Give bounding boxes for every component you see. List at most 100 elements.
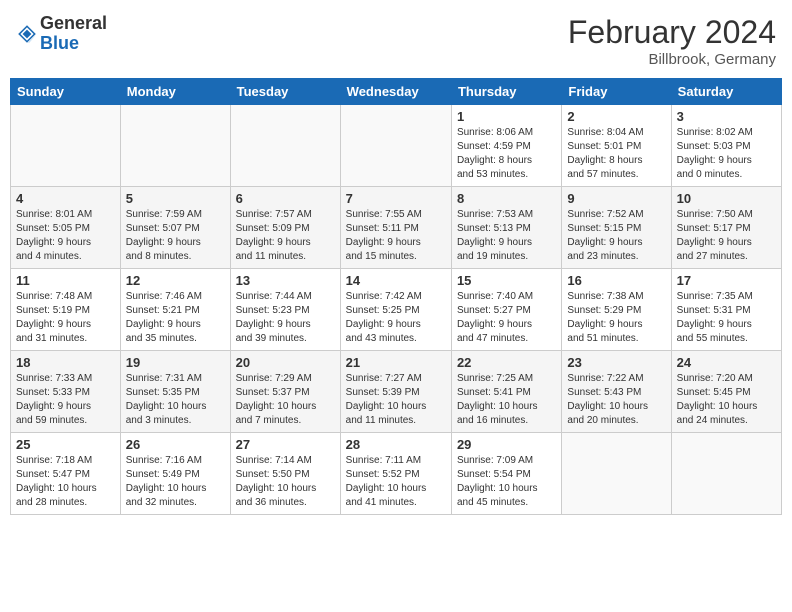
day-info: Sunrise: 7:38 AM Sunset: 5:29 PM Dayligh… xyxy=(567,290,665,346)
day-info: Sunrise: 8:04 AM Sunset: 5:01 PM Dayligh… xyxy=(567,126,665,182)
table-row: 2 Sunrise: 8:04 AM Sunset: 5:01 PM Daylig… xyxy=(562,105,671,187)
table-row: 1Sunrise: 8:06 AM Sunset: 4:59 PM Daylig… xyxy=(451,105,561,187)
day-info: Sunrise: 7:53 AM Sunset: 5:13 PM Dayligh… xyxy=(457,208,556,264)
day-info: Sunrise: 7:11 AM Sunset: 5:52 PM Dayligh… xyxy=(346,454,446,510)
day-info: Sunrise: 7:31 AM Sunset: 5:35 PM Dayligh… xyxy=(126,372,225,428)
table-row: 7Sunrise: 7:55 AM Sunset: 5:11 PM Daylig… xyxy=(340,187,451,269)
day-info: Sunrise: 7:55 AM Sunset: 5:11 PM Dayligh… xyxy=(346,208,446,264)
table-row: 11 Sunrise: 7:48 AM Sunset: 5:19 PM Dayli… xyxy=(11,269,121,351)
table-row: 19 Sunrise: 7:31 AM Sunset: 5:35 PM Dayli… xyxy=(120,351,230,433)
table-row: 15Sunrise: 7:40 AM Sunset: 5:27 PM Dayli… xyxy=(451,269,561,351)
table-row: 27 Sunrise: 7:14 AM Sunset: 5:50 PM Dayli… xyxy=(230,433,340,515)
table-row: 16 Sunrise: 7:38 AM Sunset: 5:29 PM Dayli… xyxy=(562,269,671,351)
table-row: 3 Sunrise: 8:02 AM Sunset: 5:03 PM Daylig… xyxy=(671,105,781,187)
day-info: Sunrise: 7:20 AM Sunset: 5:45 PM Dayligh… xyxy=(677,372,776,428)
day-info: Sunrise: 7:29 AM Sunset: 5:37 PM Dayligh… xyxy=(236,372,335,428)
table-row xyxy=(562,433,671,515)
day-number: 18 xyxy=(16,355,115,370)
title-area: February 2024 Billbrook, Germany xyxy=(568,14,776,68)
table-row: 22 Sunrise: 7:25 AM Sunset: 5:41 PM Dayli… xyxy=(451,351,561,433)
day-number: 5 xyxy=(126,191,225,206)
table-row: 25Sunrise: 7:18 AM Sunset: 5:47 PM Dayli… xyxy=(11,433,121,515)
col-tuesday: Tuesday xyxy=(230,79,340,105)
day-info: Sunrise: 7:16 AM Sunset: 5:49 PM Dayligh… xyxy=(126,454,225,510)
day-info: Sunrise: 7:33 AM Sunset: 5:33 PM Dayligh… xyxy=(16,372,115,428)
calendar-header-row: Sunday Monday Tuesday Wednesday Thursday… xyxy=(11,79,782,105)
location: Billbrook, Germany xyxy=(568,51,776,68)
day-info: Sunrise: 7:09 AM Sunset: 5:54 PM Dayligh… xyxy=(457,454,556,510)
table-row: 9Sunrise: 7:52 AM Sunset: 5:15 PM Daylig… xyxy=(562,187,671,269)
day-number: 15 xyxy=(457,273,556,288)
day-number: 9 xyxy=(567,191,665,206)
table-row: 23Sunrise: 7:22 AM Sunset: 5:43 PM Dayli… xyxy=(562,351,671,433)
table-row: 4 Sunrise: 8:01 AM Sunset: 5:05 PM Daylig… xyxy=(11,187,121,269)
table-row xyxy=(340,105,451,187)
table-row xyxy=(671,433,781,515)
day-number: 21 xyxy=(346,355,446,370)
day-info: Sunrise: 8:02 AM Sunset: 5:03 PM Dayligh… xyxy=(677,126,776,182)
calendar-week-row: 4 Sunrise: 8:01 AM Sunset: 5:05 PM Daylig… xyxy=(11,187,782,269)
calendar: Sunday Monday Tuesday Wednesday Thursday… xyxy=(10,78,782,515)
logo-text: General Blue xyxy=(40,14,107,54)
day-number: 10 xyxy=(677,191,776,206)
table-row: 14 Sunrise: 7:42 AM Sunset: 5:25 PM Dayli… xyxy=(340,269,451,351)
table-row xyxy=(120,105,230,187)
logo: General Blue xyxy=(16,14,107,54)
day-info: Sunrise: 7:14 AM Sunset: 5:50 PM Dayligh… xyxy=(236,454,335,510)
day-number: 2 xyxy=(567,109,665,124)
day-info: Sunrise: 7:27 AM Sunset: 5:39 PM Dayligh… xyxy=(346,372,446,428)
day-number: 26 xyxy=(126,437,225,452)
table-row: 28 Sunrise: 7:11 AM Sunset: 5:52 PM Dayli… xyxy=(340,433,451,515)
logo-general-text: General xyxy=(40,13,107,33)
day-number: 23 xyxy=(567,355,665,370)
calendar-week-row: 11 Sunrise: 7:48 AM Sunset: 5:19 PM Dayli… xyxy=(11,269,782,351)
day-number: 13 xyxy=(236,273,335,288)
logo-icon xyxy=(16,23,38,45)
day-number: 12 xyxy=(126,273,225,288)
day-number: 16 xyxy=(567,273,665,288)
table-row: 21 Sunrise: 7:27 AM Sunset: 5:39 PM Dayli… xyxy=(340,351,451,433)
day-info: Sunrise: 7:44 AM Sunset: 5:23 PM Dayligh… xyxy=(236,290,335,346)
month-title: February 2024 xyxy=(568,14,776,51)
day-number: 22 xyxy=(457,355,556,370)
day-info: Sunrise: 7:59 AM Sunset: 5:07 PM Dayligh… xyxy=(126,208,225,264)
day-number: 3 xyxy=(677,109,776,124)
table-row: 20Sunrise: 7:29 AM Sunset: 5:37 PM Dayli… xyxy=(230,351,340,433)
day-number: 28 xyxy=(346,437,446,452)
day-info: Sunrise: 7:57 AM Sunset: 5:09 PM Dayligh… xyxy=(236,208,335,264)
table-row: 12 Sunrise: 7:46 AM Sunset: 5:21 PM Dayli… xyxy=(120,269,230,351)
table-row xyxy=(230,105,340,187)
day-number: 4 xyxy=(16,191,115,206)
col-monday: Monday xyxy=(120,79,230,105)
table-row: 24 Sunrise: 7:20 AM Sunset: 5:45 PM Dayli… xyxy=(671,351,781,433)
day-info: Sunrise: 7:46 AM Sunset: 5:21 PM Dayligh… xyxy=(126,290,225,346)
day-number: 6 xyxy=(236,191,335,206)
table-row: 26 Sunrise: 7:16 AM Sunset: 5:49 PM Dayli… xyxy=(120,433,230,515)
day-number: 24 xyxy=(677,355,776,370)
day-number: 29 xyxy=(457,437,556,452)
day-number: 11 xyxy=(16,273,115,288)
col-thursday: Thursday xyxy=(451,79,561,105)
col-sunday: Sunday xyxy=(11,79,121,105)
day-info: Sunrise: 7:48 AM Sunset: 5:19 PM Dayligh… xyxy=(16,290,115,346)
day-number: 1 xyxy=(457,109,556,124)
day-number: 17 xyxy=(677,273,776,288)
day-info: Sunrise: 7:35 AM Sunset: 5:31 PM Dayligh… xyxy=(677,290,776,346)
calendar-week-row: 18 Sunrise: 7:33 AM Sunset: 5:33 PM Dayli… xyxy=(11,351,782,433)
table-row: 29 Sunrise: 7:09 AM Sunset: 5:54 PM Dayli… xyxy=(451,433,561,515)
table-row xyxy=(11,105,121,187)
day-number: 14 xyxy=(346,273,446,288)
day-info: Sunrise: 7:18 AM Sunset: 5:47 PM Dayligh… xyxy=(16,454,115,510)
calendar-week-row: 25Sunrise: 7:18 AM Sunset: 5:47 PM Dayli… xyxy=(11,433,782,515)
day-info: Sunrise: 7:42 AM Sunset: 5:25 PM Dayligh… xyxy=(346,290,446,346)
col-wednesday: Wednesday xyxy=(340,79,451,105)
day-number: 19 xyxy=(126,355,225,370)
table-row: 6 Sunrise: 7:57 AM Sunset: 5:09 PM Daylig… xyxy=(230,187,340,269)
table-row: 10 Sunrise: 7:50 AM Sunset: 5:17 PM Dayli… xyxy=(671,187,781,269)
day-info: Sunrise: 7:50 AM Sunset: 5:17 PM Dayligh… xyxy=(677,208,776,264)
table-row: 17 Sunrise: 7:35 AM Sunset: 5:31 PM Dayli… xyxy=(671,269,781,351)
day-info: Sunrise: 8:01 AM Sunset: 5:05 PM Dayligh… xyxy=(16,208,115,264)
table-row: 18 Sunrise: 7:33 AM Sunset: 5:33 PM Dayli… xyxy=(11,351,121,433)
day-info: Sunrise: 7:25 AM Sunset: 5:41 PM Dayligh… xyxy=(457,372,556,428)
day-number: 27 xyxy=(236,437,335,452)
